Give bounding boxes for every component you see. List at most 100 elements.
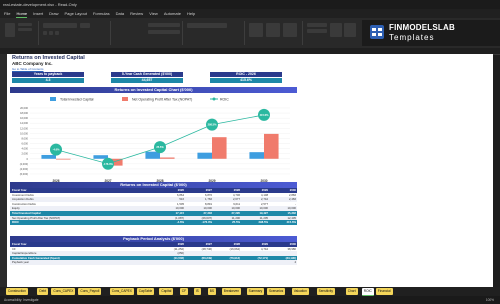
title-bar: real-estate-development.xlsx - Read-Only [0,0,500,9]
sheet-tab-cons-capex[interactable]: Cons_CAPEX [51,288,76,295]
chart-section-header: Returns on Invested Capital Chart ($'000… [10,87,297,93]
y-tick-label: 18,000 [20,111,28,115]
accessibility-status[interactable]: Accessibility: Investigate [4,298,39,302]
bold-button[interactable] [43,31,47,35]
font-select[interactable] [43,23,77,28]
legend-marker [212,97,216,101]
y-tick-label: 2,000 [22,152,29,156]
sheet-tabs: Construction Debt Cons_CAPEX Cons_Payroll Co… [0,287,500,296]
cell-styles-button[interactable] [283,23,297,37]
legend-swatch [122,97,128,101]
status-bar: Accessibility: Investigate 100% [0,296,500,304]
legend-label: ROIC [220,98,229,102]
menu-file[interactable]: File [4,9,10,18]
conditional-format-button[interactable] [249,23,263,37]
sheet-tab-scenarios[interactable]: Scenarios [267,288,286,295]
sheet-tab-breakeven[interactable]: Breakeven [221,288,242,295]
toc-link[interactable]: Go to Table of Contents [12,67,43,71]
brand-name: FINMODELSLAB [389,23,455,32]
brand-logo-icon [370,25,384,39]
sheet-tab-summary[interactable]: Summary [246,288,265,295]
sheet-tab-roic[interactable]: ROIC [361,288,374,296]
y-tick-label: (2,000) [20,162,28,166]
sheet-tab-bs[interactable]: BS [207,288,217,295]
sheet-tab-cf[interactable]: CF [179,288,189,295]
table-cell: -4.6% [176,220,184,225]
sheet-tab-capital[interactable]: Capital [159,288,174,295]
kpi-label: 5-Year Cash Generated ($'000) [111,72,183,77]
sort-filter-button[interactable] [330,23,342,37]
wrap-text-button[interactable] [148,23,180,27]
sheet-tab-debt[interactable]: Debt [37,288,49,295]
menu-insert[interactable]: Insert [33,9,43,18]
y-tick-label: 6,000 [22,142,29,146]
autosum-button[interactable] [307,23,327,27]
roic-table: Fiscal Year 2026 2027 2028 2029 2030 Investmen… [10,188,297,226]
menu-home[interactable]: Home [16,9,28,18]
legend-swatch [50,97,56,101]
roic-data-label: -4.6% [53,148,60,152]
menu-data[interactable]: Data [116,9,124,18]
sheet-tab-is[interactable]: IS [193,288,201,295]
sheet-tab-captable[interactable]: CapTable [136,288,155,295]
y-tick-label: 12,000 [20,126,28,130]
menu-draw[interactable]: Draw [49,9,58,18]
sheet-tab-cons-payroll[interactable]: Cons_Payroll [78,288,102,295]
y-tick-label: 20,000 [20,106,28,110]
copy-button[interactable] [18,28,32,31]
kpi-value: 44,657 [111,78,183,83]
bar-nopat [56,158,71,160]
number-format-select[interactable] [187,23,227,28]
sheet-tab-sensitivity[interactable]: Sensitivity [316,288,335,295]
bar-invested-capital [249,152,264,159]
fill-button[interactable] [307,29,327,33]
bar-nopat [212,137,227,159]
roic-data-label: -176.0% [103,162,113,166]
merge-center-button[interactable] [148,30,180,34]
paste-button[interactable] [5,23,15,37]
bar-nopat [160,157,175,159]
y-tick-label: 0 [27,157,29,161]
kpi-value: 415.6% [210,78,282,83]
kpi-label: Years to payback [12,72,84,77]
roic-data-label: 415.6% [260,113,269,117]
row-label: Payback year [12,260,29,265]
find-select-button[interactable] [344,23,356,37]
company-name: ABC Company Inc. [12,61,53,66]
y-tick-label: 8,000 [22,136,29,140]
y-tick-label: 10,000 [20,131,28,135]
table-cell: 25.5% [232,220,240,225]
zoom-level[interactable]: 100% [486,296,494,304]
y-tick-label: 14,000 [20,121,28,125]
y-tick-label: 16,000 [20,116,28,120]
menu-view[interactable]: View [149,9,158,18]
menu-review[interactable]: Review [130,9,143,18]
format-table-button[interactable] [266,23,280,37]
menu-bar: File Home Insert Draw Page Layout Formulas Dat… [0,9,500,18]
menu-formulas[interactable]: Formulas [93,9,110,18]
sheet-tab-cons-capex[interactable]: Cons_CAPEX [109,288,134,295]
menu-help[interactable]: Help [187,9,195,18]
legend-label: Total Invested Capital [60,98,94,102]
window-title: real-estate-development.xlsx - Read-Only [3,2,77,7]
menu-automate[interactable]: Automate [164,9,181,18]
italic-button[interactable] [49,31,53,35]
payback-table: Fiscal Year 2026 2027 2028 2029 2030 CF (11,252… [10,242,297,270]
sheet-tab-chart[interactable]: Chart [345,288,358,295]
cut-button[interactable] [18,23,32,26]
table-row[interactable]: ROIC -4.6% -176.0% 25.5% 298.5% 415.6% [10,220,297,225]
sheet-tab-construction[interactable]: Construction [6,288,28,295]
y-tick-label: (6,000) [20,172,28,176]
table-row[interactable]: Payback year 4 [10,260,297,265]
sheet-tab-valuation[interactable]: Valuation [291,288,309,295]
font-size-select[interactable] [80,23,90,28]
sheet-tab-financial[interactable]: Financial [375,288,393,295]
menu-page-layout[interactable]: Page Layout [64,9,86,18]
table-cell: -176.0% [201,220,212,225]
y-tick-label: (4,000) [20,167,28,171]
table-cell: 298.5% [258,220,269,225]
roic-data-label: 298.5% [208,123,217,127]
kpi-value: 4.3 [12,78,84,83]
underline-button[interactable] [55,31,59,35]
table-cell: 415.6% [286,220,297,225]
